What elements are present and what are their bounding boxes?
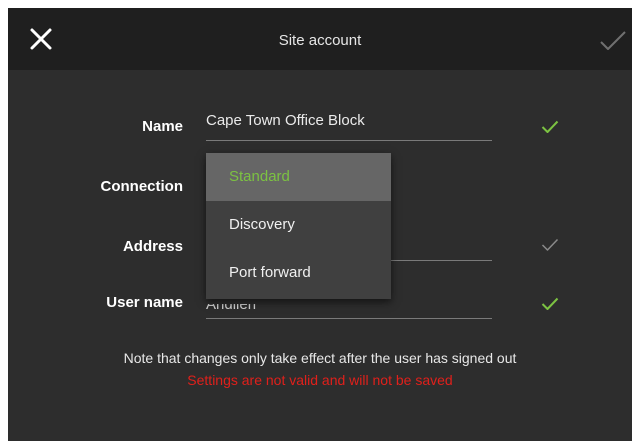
- username-label: User name: [106, 294, 183, 311]
- username-field-underline: [206, 318, 492, 319]
- connection-option-port-forward[interactable]: Port forward: [206, 249, 391, 297]
- name-field[interactable]: Cape Town Office Block: [206, 112, 365, 129]
- site-account-dialog: Site account Name Cape Town Office Block…: [8, 8, 632, 441]
- username-field[interactable]: Andileri: [206, 304, 256, 312]
- signout-note: Note that changes only take effect after…: [123, 350, 517, 366]
- checkmark-icon: [600, 31, 626, 50]
- connection-option-standard[interactable]: Standard: [206, 153, 391, 201]
- close-button[interactable]: [28, 26, 54, 52]
- connection-option-discovery[interactable]: Discovery: [206, 201, 391, 249]
- connection-label: Connection: [100, 178, 184, 195]
- name-valid-checkmark-icon: [541, 120, 559, 133]
- username-valid-checkmark-icon: [541, 297, 559, 310]
- top-app-bar: Site account: [8, 8, 632, 70]
- username-value: Andileri: [206, 304, 256, 312]
- close-icon: [30, 28, 52, 50]
- address-label: Address: [122, 238, 183, 255]
- name-label: Name: [142, 118, 183, 135]
- page-title: Site account: [278, 32, 362, 49]
- name-field-underline: [206, 140, 492, 141]
- address-checkmark-icon: [541, 238, 559, 251]
- connection-dropdown-menu: Standard Discovery Port forward: [206, 153, 391, 299]
- save-button[interactable]: [598, 28, 628, 54]
- validation-error-message: Settings are not valid and will not be s…: [187, 372, 453, 388]
